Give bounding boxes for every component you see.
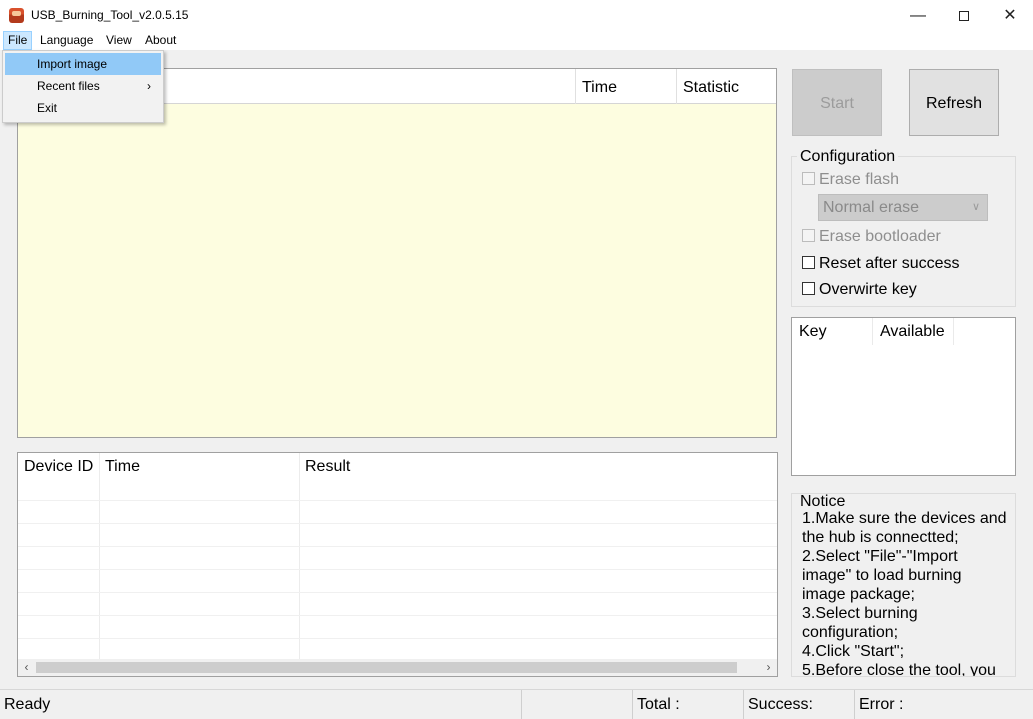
column-header-device-id[interactable]: Device ID <box>18 453 99 481</box>
status-bar: Ready Total : Success: Error : <box>0 689 1033 719</box>
checkbox-icon <box>802 256 815 269</box>
erase-bootloader-label: Erase bootloader <box>819 228 941 245</box>
configuration-title: Configuration <box>797 148 898 166</box>
notice-text: 1.Make sure the devices and the hub is c… <box>802 509 1007 677</box>
maximize-icon <box>959 11 969 21</box>
app-icon <box>9 8 24 23</box>
menu-item-recent-files[interactable]: Recent files › <box>5 75 161 97</box>
column-header-available[interactable]: Available <box>872 318 954 345</box>
minimize-button[interactable]: — <box>895 0 941 31</box>
menu-item-exit[interactable]: Exit <box>5 97 161 119</box>
table-row <box>18 615 777 638</box>
erase-bootloader-checkbox[interactable]: Erase bootloader <box>802 227 941 247</box>
table-row <box>18 500 777 523</box>
chevron-right-icon: › <box>147 75 151 97</box>
result-table[interactable]: Device ID Time Result ‹ › <box>17 452 778 677</box>
column-header-time[interactable]: Time <box>99 453 299 481</box>
status-separator <box>521 690 522 719</box>
menu-item-recent-files-label: Recent files <box>37 79 100 93</box>
reset-after-success-label: Reset after success <box>819 255 960 272</box>
scrollbar-thumb[interactable] <box>36 662 737 673</box>
status-error: Error : <box>855 690 1033 719</box>
refresh-button[interactable]: Refresh <box>909 69 999 136</box>
menu-file[interactable]: File <box>3 31 32 50</box>
configuration-group: Configuration Erase flash Normal erase ∨… <box>791 156 1016 307</box>
menu-language[interactable]: Language <box>36 31 97 50</box>
scroll-left-icon[interactable]: ‹ <box>18 659 35 676</box>
table-row <box>18 546 777 569</box>
menu-about[interactable]: About <box>141 31 180 50</box>
maximize-button[interactable] <box>941 0 987 31</box>
key-table[interactable]: Key Available <box>791 317 1016 476</box>
reset-after-success-checkbox[interactable]: Reset after success <box>802 254 960 274</box>
checkbox-icon <box>802 229 815 242</box>
overwrite-key-label: Overwirte key <box>819 281 917 298</box>
title-bar: USB_Burning_Tool_v2.0.5.15 — ✕ <box>0 0 1033 31</box>
status-text: Ready <box>0 690 520 719</box>
menu-bar: File Language View About <box>0 31 1033 50</box>
column-header-time[interactable]: Time <box>575 69 676 104</box>
scroll-right-icon[interactable]: › <box>760 659 777 676</box>
erase-mode-select[interactable]: Normal erase ∨ <box>818 194 988 221</box>
overwrite-key-checkbox[interactable]: Overwirte key <box>802 280 917 300</box>
window-title: USB_Burning_Tool_v2.0.5.15 <box>31 8 188 22</box>
device-list-panel[interactable]: Time Statistic <box>17 68 777 438</box>
horizontal-scrollbar[interactable]: ‹ › <box>18 659 777 676</box>
file-dropdown-menu: Import image Recent files › Exit <box>2 50 164 123</box>
column-header-result[interactable]: Result <box>299 453 777 481</box>
table-row <box>18 638 777 661</box>
start-button[interactable]: Start <box>792 69 882 136</box>
erase-mode-value: Normal erase <box>823 199 919 216</box>
notice-group: Notice 1.Make sure the devices and the h… <box>791 493 1016 677</box>
checkbox-icon <box>802 282 815 295</box>
table-row <box>18 569 777 592</box>
table-row <box>18 592 777 615</box>
column-header-key[interactable]: Key <box>792 318 872 345</box>
menu-view[interactable]: View <box>102 31 136 50</box>
close-button[interactable]: ✕ <box>987 0 1033 31</box>
erase-flash-checkbox[interactable]: Erase flash <box>802 170 899 190</box>
erase-flash-label: Erase flash <box>819 171 899 188</box>
column-header-statistic[interactable]: Statistic <box>676 69 776 104</box>
status-total: Total : <box>633 690 743 719</box>
checkbox-icon <box>802 172 815 185</box>
menu-item-import-image[interactable]: Import image <box>5 53 161 75</box>
chevron-down-icon: ∨ <box>972 195 980 220</box>
status-success: Success: <box>744 690 854 719</box>
table-row <box>18 523 777 546</box>
